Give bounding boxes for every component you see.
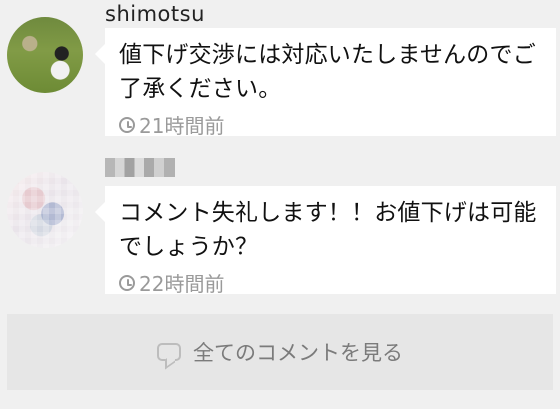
comment-text: コメント失礼します！！お値下げは可能でしょうか？ (119, 200, 537, 260)
comment-time: 22時間前 (139, 272, 225, 296)
comment-bubble: コメント失礼します！！お値下げは可能でしょうか？ 22時間前 (95, 186, 556, 297)
comment-bubble: 値下げ交渉には対応いたしませんのでご了承ください。 21時間前 (95, 28, 556, 139)
clock-icon (119, 116, 135, 133)
avatar[interactable] (7, 17, 83, 93)
blurred-username[interactable] (105, 158, 175, 177)
clock-icon (119, 274, 135, 291)
comment-meta: 21時間前 (119, 110, 542, 139)
comment-text: 値下げ交渉には対応いたしませんのでご了承ください。 (119, 42, 536, 102)
comment-time: 21時間前 (139, 114, 225, 138)
comment-username[interactable]: shimotsu (105, 2, 205, 26)
comment-meta: 22時間前 (119, 268, 542, 297)
view-all-comments-label: 全てのコメントを見る (193, 341, 403, 365)
speech-bubble-icon (157, 343, 181, 361)
avatar[interactable] (7, 172, 83, 248)
view-all-comments-button[interactable]: 全てのコメントを見る (7, 314, 553, 390)
